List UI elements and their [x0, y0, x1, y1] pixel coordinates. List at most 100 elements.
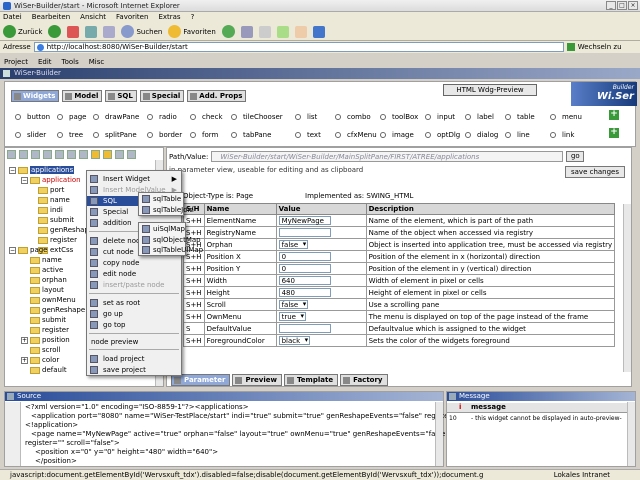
widget-radio-line[interactable]: line — [505, 131, 530, 139]
widget-radio-link[interactable]: link — [550, 131, 574, 139]
value-input[interactable]: 0 — [278, 252, 331, 261]
widget-radio-splitpane[interactable]: splitPane — [93, 131, 137, 139]
widget-radio-optdlg[interactable]: optDlg — [425, 131, 460, 139]
tab-sql[interactable]: SQL — [105, 90, 137, 102]
maximize-button[interactable]: □ — [617, 1, 627, 10]
html-preview-button[interactable]: HTML Wdg-Preview — [443, 84, 537, 96]
tree-node[interactable]: scroll — [21, 346, 60, 354]
source-line[interactable]: <?xml version="1.0" encoding="ISO-8859-1… — [25, 403, 249, 411]
widget-radio-list[interactable]: list — [295, 113, 317, 121]
tab-add-props[interactable]: Add. Props — [187, 90, 247, 102]
print-button[interactable] — [258, 25, 271, 38]
ctx-node-preview[interactable]: node preview — [87, 337, 181, 347]
minimize-button[interactable]: _ — [606, 1, 616, 10]
source-line[interactable]: <position x="0" y="0" height="480" width… — [35, 448, 218, 456]
tab-special[interactable]: Special — [139, 90, 185, 102]
menu-help[interactable]: ? — [191, 12, 195, 23]
address-input[interactable]: http://localhost:8080/WiSer-Builder/star… — [33, 42, 564, 52]
back-button[interactable]: Zurück — [3, 25, 42, 38]
value-input[interactable]: 480 — [278, 288, 331, 297]
submenu-sqlobjectmap[interactable]: sqlObjectMap — [141, 235, 201, 245]
tree-tool-icon[interactable] — [79, 150, 88, 159]
widget-radio-page[interactable]: page — [57, 113, 86, 121]
history-button[interactable] — [221, 25, 235, 38]
tab-widgets[interactable]: Widgets — [11, 90, 60, 102]
home-button[interactable] — [103, 25, 116, 38]
go-path-button[interactable]: go — [566, 151, 585, 162]
up-arrow-icon[interactable] — [91, 150, 100, 159]
search-button[interactable]: Suchen — [121, 25, 162, 38]
go-arrow-icon[interactable] — [566, 43, 575, 51]
tree-node[interactable]: submit — [21, 316, 66, 324]
submenu-sqltable[interactable]: sqlTable — [141, 194, 181, 204]
source-line[interactable]: register="" scroll="false"> — [25, 439, 120, 447]
tree-node[interactable]: default — [21, 366, 67, 374]
favorites-button[interactable]: Favoriten — [168, 25, 216, 38]
ctx-load-project[interactable]: load project — [87, 354, 181, 364]
ctx-go-up[interactable]: go up — [87, 309, 181, 319]
expand-icon[interactable]: + — [21, 356, 28, 364]
widget-radio-combo[interactable]: combo — [335, 113, 371, 121]
tree-node-page[interactable]: − page — [9, 246, 47, 254]
tree-node[interactable]: ownMenu — [21, 296, 76, 304]
menu-edit[interactable]: Edit — [38, 57, 52, 67]
ctx-set-as-root[interactable]: set as root — [87, 298, 181, 308]
widget-radio-toolbox[interactable]: toolBox — [380, 113, 418, 121]
ctx-go-top[interactable]: go top — [87, 320, 181, 330]
source-scrollbar[interactable] — [435, 402, 443, 466]
menu-ansicht[interactable]: Ansicht — [80, 12, 106, 23]
tree-node[interactable]: orphan — [21, 276, 67, 284]
value-select[interactable]: false — [278, 240, 309, 249]
folder-button[interactable] — [294, 25, 307, 38]
tree-node[interactable]: genReshape — [29, 226, 93, 234]
submenu-sqltablejoin[interactable]: sqlTableJoin — [141, 205, 194, 215]
tree-node[interactable]: active — [21, 266, 63, 274]
menu-favoriten[interactable]: Favoriten — [116, 12, 148, 23]
submenu-sqltableuimap[interactable]: sqlTableUIMap — [141, 245, 203, 255]
menu-bearbeiten[interactable]: Bearbeiten — [32, 12, 70, 23]
value-select[interactable]: black — [278, 336, 311, 345]
widget-radio-tilechooser[interactable]: tileChooser — [231, 113, 283, 121]
widget-radio-form[interactable]: form — [190, 131, 218, 139]
widget-radio-cfxmenu[interactable]: cfxMenu — [335, 131, 377, 139]
menu-project[interactable]: Project — [4, 57, 28, 67]
tab-model[interactable]: Model — [62, 90, 103, 102]
tree-node[interactable]: + color — [21, 356, 59, 364]
tree-node-application[interactable]: − application — [21, 176, 81, 184]
tree-node[interactable]: register — [21, 326, 69, 334]
forward-button[interactable] — [48, 25, 62, 38]
widget-radio-table[interactable]: table — [505, 113, 535, 121]
value-input[interactable]: 640 — [278, 276, 331, 285]
refresh-button[interactable] — [85, 25, 98, 38]
widget-radio-drawpane[interactable]: drawPane — [93, 113, 139, 121]
widget-radio-radio[interactable]: radio — [147, 113, 177, 121]
edit-button[interactable] — [276, 25, 289, 38]
source-line[interactable]: </position> — [35, 457, 77, 465]
tree-node[interactable]: register — [29, 236, 77, 244]
ctx-edit-node[interactable]: edit node — [87, 269, 181, 279]
widget-radio-border[interactable]: border — [147, 131, 182, 139]
mail-button[interactable] — [240, 25, 253, 38]
tree-tool-icon[interactable] — [115, 150, 124, 159]
menu-tools[interactable]: Tools — [62, 57, 79, 67]
ctx-insert-widget[interactable]: Insert Widget ▶ — [87, 174, 181, 184]
ctx-save-project[interactable]: save project — [87, 365, 181, 375]
widget-radio-tabpane[interactable]: tabPane — [231, 131, 271, 139]
tree-node[interactable]: layout — [21, 286, 64, 294]
widget-radio-button[interactable]: button — [15, 113, 50, 121]
table-scrollbar[interactable] — [623, 204, 631, 372]
tree-node[interactable]: + position — [21, 336, 70, 344]
widget-radio-slider[interactable]: slider — [15, 131, 46, 139]
ctx-copy-node[interactable]: copy node — [87, 258, 181, 268]
down-arrow-icon[interactable] — [103, 150, 112, 159]
tree-node[interactable]: submit — [29, 216, 74, 224]
close-button[interactable]: × — [628, 1, 638, 10]
menu-misc[interactable]: Misc — [89, 57, 104, 67]
menu-datei[interactable]: Datei — [3, 12, 22, 23]
source-line[interactable]: <!application> — [25, 421, 78, 429]
ctx-insert-paste-node[interactable]: insert/paste node — [87, 280, 181, 290]
value-input[interactable] — [278, 228, 331, 237]
message-row[interactable]: 10 - this widget cannot be displayed in … — [447, 414, 635, 424]
tree-node[interactable]: indi — [29, 206, 63, 214]
tree-node[interactable]: port — [29, 186, 64, 194]
